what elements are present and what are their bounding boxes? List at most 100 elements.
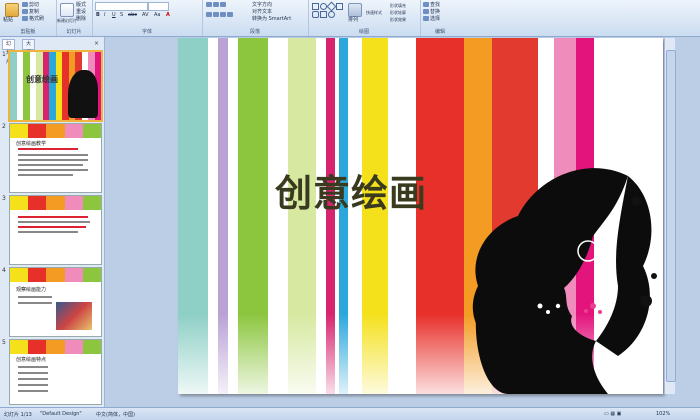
drawing-group: 排列 快速样式 形状填充 形状轮廓 形状效果 绘图: [308, 0, 421, 36]
shape-fill-button[interactable]: 形状填充: [390, 2, 406, 9]
view-buttons[interactable]: ▭ ▦ ▣: [604, 411, 621, 417]
thumb-title: 创意绘画特点: [16, 357, 47, 363]
scissors-icon: [22, 2, 28, 7]
copy-button[interactable]: 复制: [22, 9, 39, 16]
bullets-button[interactable]: [206, 2, 227, 9]
rectangle-shape-icon[interactable]: [312, 3, 319, 10]
thumb-text-line: [18, 302, 52, 304]
slide-number: 1: [2, 51, 6, 58]
drawing-group-label: 绘图: [358, 29, 369, 35]
paste-button[interactable]: 粘贴: [3, 17, 13, 24]
thumb-title: 创意绘画教学: [16, 141, 47, 147]
slide-number: 3: [2, 195, 6, 202]
paragraph-group: 文字方向 对齐文本 转换为 SmartArt 段落: [202, 0, 309, 36]
font-name-field[interactable]: [95, 2, 148, 11]
arrange-button[interactable]: 排列: [348, 17, 358, 24]
shape-outline-button[interactable]: 形状轮廓: [390, 9, 406, 16]
align-buttons[interactable]: [206, 12, 234, 19]
close-pane-icon[interactable]: ×: [94, 40, 99, 47]
layout-button[interactable]: 版式: [76, 2, 86, 9]
thumbnail-image[interactable]: 观察绘画能力: [9, 267, 102, 337]
thumbnail-image[interactable]: 创意绘画: [8, 50, 103, 122]
copy-icon: [22, 9, 28, 14]
new-slide-button[interactable]: 新建幻灯片: [57, 17, 77, 24]
arrange-icon[interactable]: [348, 3, 362, 17]
thumb-text-line: [18, 226, 86, 228]
format-painter-button[interactable]: 格式刷: [22, 16, 44, 23]
thumb-text-line: [18, 221, 90, 223]
thumb-text-line: [18, 164, 83, 166]
shape-effects-button[interactable]: 形状效果: [390, 16, 406, 23]
thumbnail-image[interactable]: 创意绘画特点: [9, 339, 102, 405]
font-color-button[interactable]: A: [166, 12, 170, 19]
slide-number: 4: [2, 267, 6, 274]
replace-button[interactable]: 替换: [423, 9, 440, 16]
language-status: 中文(简体，中国): [96, 412, 135, 418]
select-button[interactable]: 选择: [423, 16, 440, 23]
thumb-text-line: [18, 378, 48, 380]
thumb-stripes: [10, 268, 101, 282]
underline-button[interactable]: U: [112, 12, 116, 19]
align-left-icon: [206, 12, 212, 17]
slide-title[interactable]: 创意绘画: [275, 163, 427, 217]
spacing-button[interactable]: AV: [142, 12, 149, 19]
line-shape-icon[interactable]: [336, 3, 343, 10]
change-case-button[interactable]: Aa: [154, 12, 160, 19]
font-group-label: 字体: [141, 29, 152, 35]
current-slide[interactable]: 创意绘画: [178, 38, 663, 394]
numbered-list-icon: [213, 2, 219, 7]
slide-position-status: 幻灯片 1/13: [4, 412, 32, 418]
delete-button[interactable]: 删除: [76, 16, 86, 23]
editing-group: 查找 替换 选择 编辑: [420, 0, 460, 36]
circle-shape-icon[interactable]: [328, 11, 335, 18]
diamond-shape-icon[interactable]: [326, 1, 337, 12]
thumb-text-line: [18, 159, 88, 161]
quick-styles-button[interactable]: 快速样式: [366, 9, 382, 16]
font-size-field[interactable]: [148, 2, 169, 11]
rounded-rect-shape-icon[interactable]: [312, 11, 319, 18]
cut-button[interactable]: 剪切: [22, 2, 39, 9]
vertical-scrollbar[interactable]: [664, 38, 676, 394]
thumb-text-line: [18, 169, 88, 171]
ribbon: 粘贴 剪切 复制 格式刷 剪贴板 新建幻灯片 版式 重设 删除 幻灯片 B I …: [0, 0, 700, 37]
justify-icon: [227, 12, 233, 17]
silhouette-image: [68, 70, 98, 118]
reset-button[interactable]: 重设: [76, 9, 86, 16]
arrow-shape-icon[interactable]: [320, 11, 327, 18]
align-right-icon: [220, 12, 226, 17]
thumb-text-line: [18, 390, 48, 392]
find-button[interactable]: 查找: [423, 2, 440, 9]
woman-silhouette-image: [472, 168, 657, 394]
thumbnail-image[interactable]: 创意绘画教学: [9, 123, 102, 193]
editing-group-label: 编辑: [434, 29, 445, 35]
thumb-text-line: [18, 372, 48, 374]
text-direction-button[interactable]: 文字方向: [252, 2, 272, 9]
new-slide-icon[interactable]: [60, 3, 74, 17]
thumb-title: 观察绘画能力: [16, 287, 47, 293]
convert-smartart-button[interactable]: 转换为 SmartArt: [252, 16, 291, 23]
italic-button[interactable]: I: [104, 12, 105, 19]
align-center-icon: [213, 12, 219, 17]
tab-outline[interactable]: 大纲: [22, 39, 36, 56]
replace-icon: [423, 9, 429, 14]
cursor-icon: [423, 16, 429, 21]
thumb-text-line: [18, 366, 48, 368]
paste-icon[interactable]: [5, 3, 19, 17]
classroom-photo: [56, 302, 92, 330]
status-bar: 幻灯片 1/13 "Default Design" 中文(简体，中国) ▭ ▦ …: [0, 407, 700, 420]
thumb-text-line: [18, 296, 52, 298]
thumb-stripes: [10, 196, 101, 210]
align-text-button[interactable]: 对齐文本: [252, 9, 272, 16]
scrollbar-thumb[interactable]: [666, 50, 676, 382]
zoom-level[interactable]: 102%: [656, 411, 670, 417]
strikethrough-button[interactable]: abc: [128, 12, 137, 19]
slides-group-label: 幻灯片: [66, 29, 82, 35]
clipboard-group: 粘贴 剪切 复制 格式刷 剪贴板: [0, 0, 57, 36]
thumb-stripes: [10, 340, 101, 354]
bold-button[interactable]: B: [96, 12, 100, 19]
brush-icon: [22, 16, 28, 21]
slide-number: 5: [2, 339, 6, 346]
thumbnail-image[interactable]: [9, 195, 102, 265]
shadow-button[interactable]: S: [120, 12, 123, 19]
tab-slides[interactable]: 幻灯片: [2, 39, 16, 65]
